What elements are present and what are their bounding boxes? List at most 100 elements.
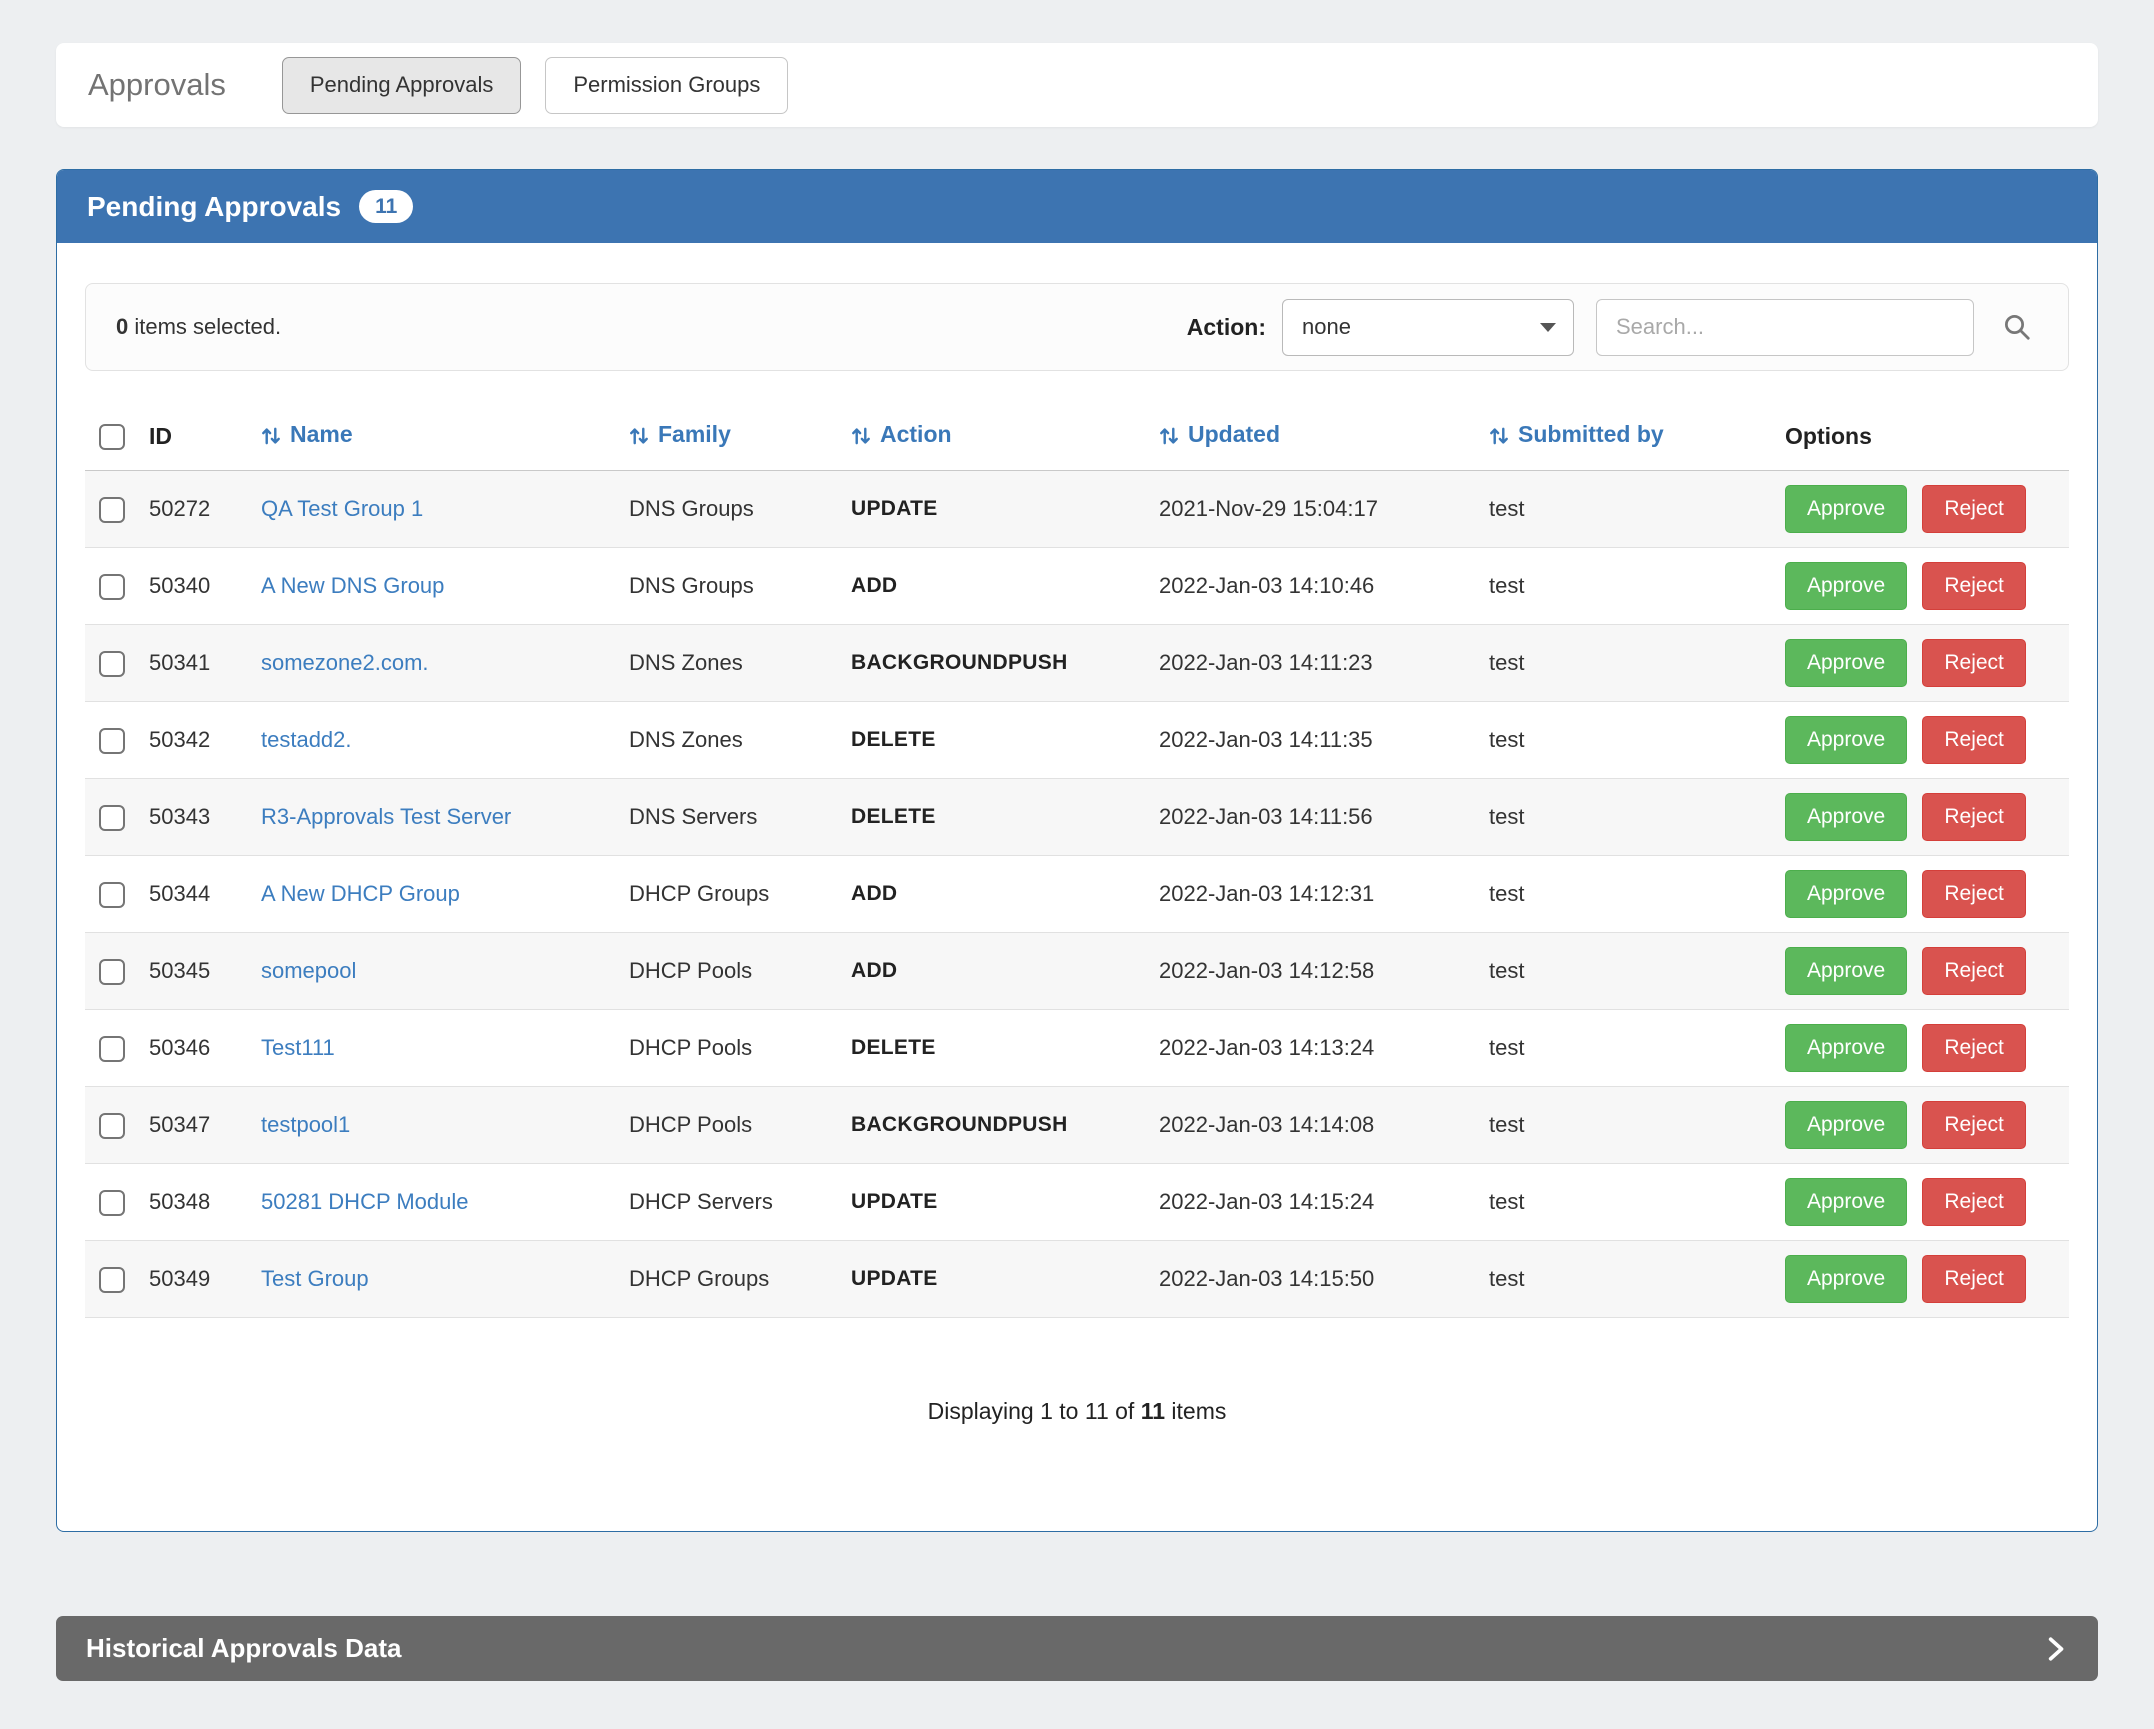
selected-count: 0 xyxy=(116,314,128,339)
approve-button[interactable]: Approve xyxy=(1785,793,1907,841)
table-row: 50344 A New DHCP Group DHCP Groups ADD 2… xyxy=(85,856,2069,933)
search-input[interactable] xyxy=(1596,299,1974,356)
cell-submitted-by: test xyxy=(1481,471,1777,548)
cell-id: 50345 xyxy=(141,933,253,1010)
reject-button[interactable]: Reject xyxy=(1922,1024,2026,1072)
approvals-table: ID Name Family Action Updated xyxy=(85,403,2069,1318)
table-row: 50346 Test111 DHCP Pools DELETE 2022-Jan… xyxy=(85,1010,2069,1087)
item-name-link[interactable]: R3-Approvals Test Server xyxy=(261,804,511,829)
cell-updated: 2022-Jan-03 14:12:31 xyxy=(1151,856,1481,933)
item-name-link[interactable]: somezone2.com. xyxy=(261,650,429,675)
cell-updated: 2022-Jan-03 14:15:50 xyxy=(1151,1241,1481,1318)
action-label: Action: xyxy=(1187,314,1266,341)
search-button[interactable] xyxy=(1996,306,2038,348)
item-name-link[interactable]: 50281 DHCP Module xyxy=(261,1189,469,1214)
historical-approvals-title: Historical Approvals Data xyxy=(86,1633,401,1664)
column-header-family[interactable]: Family xyxy=(621,403,843,471)
reject-button[interactable]: Reject xyxy=(1922,1178,2026,1226)
column-header-action[interactable]: Action xyxy=(843,403,1151,471)
cell-family: DNS Groups xyxy=(621,471,843,548)
reject-button[interactable]: Reject xyxy=(1922,870,2026,918)
action-select-value: none xyxy=(1302,314,1351,340)
cell-submitted-by: test xyxy=(1481,933,1777,1010)
item-name-link[interactable]: somepool xyxy=(261,958,356,983)
row-checkbox[interactable] xyxy=(99,1036,125,1062)
cell-action: UPDATE xyxy=(843,1241,1151,1318)
column-header-id: ID xyxy=(141,403,253,471)
cell-family: DHCP Pools xyxy=(621,933,843,1010)
cell-submitted-by: test xyxy=(1481,779,1777,856)
row-checkbox[interactable] xyxy=(99,882,125,908)
cell-updated: 2021-Nov-29 15:04:17 xyxy=(1151,471,1481,548)
reject-button[interactable]: Reject xyxy=(1922,716,2026,764)
approve-button[interactable]: Approve xyxy=(1785,639,1907,687)
cell-updated: 2022-Jan-03 14:11:56 xyxy=(1151,779,1481,856)
reject-button[interactable]: Reject xyxy=(1922,947,2026,995)
sort-icon xyxy=(851,425,871,451)
table-row: 50341 somezone2.com. DNS Zones BACKGROUN… xyxy=(85,625,2069,702)
cell-submitted-by: test xyxy=(1481,702,1777,779)
search-icon xyxy=(2002,330,2032,345)
reject-button[interactable]: Reject xyxy=(1922,1255,2026,1303)
row-checkbox[interactable] xyxy=(99,728,125,754)
row-checkbox[interactable] xyxy=(99,1190,125,1216)
cell-id: 50343 xyxy=(141,779,253,856)
tab-permission-groups[interactable]: Permission Groups xyxy=(545,57,788,114)
item-name-link[interactable]: testpool1 xyxy=(261,1112,350,1137)
approvals-table-body: 50272 QA Test Group 1 DNS Groups UPDATE … xyxy=(85,471,2069,1318)
cell-updated: 2022-Jan-03 14:13:24 xyxy=(1151,1010,1481,1087)
item-name-link[interactable]: testadd2. xyxy=(261,727,352,752)
reject-button[interactable]: Reject xyxy=(1922,562,2026,610)
item-name-link[interactable]: QA Test Group 1 xyxy=(261,496,423,521)
row-checkbox[interactable] xyxy=(99,651,125,677)
row-checkbox[interactable] xyxy=(99,1113,125,1139)
cell-id: 50340 xyxy=(141,548,253,625)
row-checkbox[interactable] xyxy=(99,959,125,985)
sort-icon xyxy=(261,425,281,451)
cell-family: DHCP Pools xyxy=(621,1010,843,1087)
toolbar-right: Action: none xyxy=(1187,299,2038,356)
historical-approvals-bar[interactable]: Historical Approvals Data xyxy=(56,1616,2098,1681)
approve-button[interactable]: Approve xyxy=(1785,1255,1907,1303)
item-name-link[interactable]: Test Group xyxy=(261,1266,369,1291)
item-name-link[interactable]: A New DHCP Group xyxy=(261,881,460,906)
table-row: 50342 testadd2. DNS Zones DELETE 2022-Ja… xyxy=(85,702,2069,779)
approve-button[interactable]: Approve xyxy=(1785,1101,1907,1149)
reject-button[interactable]: Reject xyxy=(1922,1101,2026,1149)
approvals-table-wrap: ID Name Family Action Updated xyxy=(85,403,2069,1531)
column-header-name[interactable]: Name xyxy=(253,403,621,471)
sort-icon xyxy=(1489,425,1509,451)
approve-button[interactable]: Approve xyxy=(1785,870,1907,918)
approve-button[interactable]: Approve xyxy=(1785,485,1907,533)
column-header-updated[interactable]: Updated xyxy=(1151,403,1481,471)
approve-button[interactable]: Approve xyxy=(1785,947,1907,995)
row-checkbox[interactable] xyxy=(99,805,125,831)
select-all-checkbox[interactable] xyxy=(99,424,125,450)
table-row: 50347 testpool1 DHCP Pools BACKGROUNDPUS… xyxy=(85,1087,2069,1164)
approve-button[interactable]: Approve xyxy=(1785,562,1907,610)
pending-approvals-panel: Pending Approvals 11 0 items selected. A… xyxy=(56,169,2098,1532)
item-name-link[interactable]: A New DNS Group xyxy=(261,573,444,598)
cell-submitted-by: test xyxy=(1481,1164,1777,1241)
approve-button[interactable]: Approve xyxy=(1785,1024,1907,1072)
row-checkbox[interactable] xyxy=(99,574,125,600)
approve-button[interactable]: Approve xyxy=(1785,716,1907,764)
tab-pending-approvals[interactable]: Pending Approvals xyxy=(282,57,521,114)
approve-button[interactable]: Approve xyxy=(1785,1178,1907,1226)
cell-id: 50342 xyxy=(141,702,253,779)
table-row: 50348 50281 DHCP Module DHCP Servers UPD… xyxy=(85,1164,2069,1241)
action-select[interactable]: none xyxy=(1282,299,1574,356)
table-row: 50345 somepool DHCP Pools ADD 2022-Jan-0… xyxy=(85,933,2069,1010)
cell-family: DHCP Groups xyxy=(621,1241,843,1318)
reject-button[interactable]: Reject xyxy=(1922,793,2026,841)
row-checkbox[interactable] xyxy=(99,497,125,523)
row-checkbox[interactable] xyxy=(99,1267,125,1293)
caret-down-icon xyxy=(1540,323,1556,332)
reject-button[interactable]: Reject xyxy=(1922,639,2026,687)
reject-button[interactable]: Reject xyxy=(1922,485,2026,533)
column-header-submitted-by[interactable]: Submitted by xyxy=(1481,403,1777,471)
item-name-link[interactable]: Test111 xyxy=(261,1035,335,1060)
pending-count-badge: 11 xyxy=(359,190,413,223)
cell-family: DHCP Servers xyxy=(621,1164,843,1241)
cell-action: ADD xyxy=(843,856,1151,933)
